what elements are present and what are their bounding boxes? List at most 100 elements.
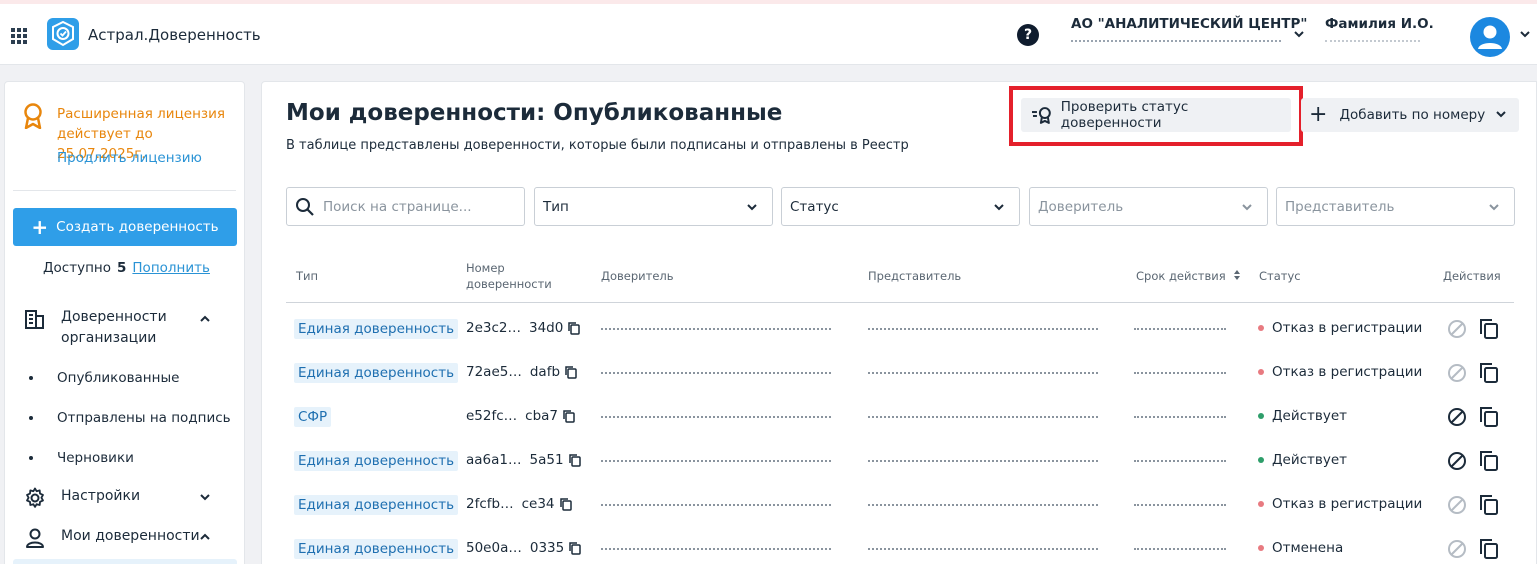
add-by-number-button[interactable]: + Добавить по номеру	[1301, 98, 1519, 132]
copy-icon[interactable]	[568, 453, 582, 467]
copy-icon[interactable]	[1479, 318, 1499, 340]
poa-type-badge: Единая доверенность	[294, 495, 459, 515]
chevron-down-icon	[1489, 204, 1499, 211]
table-row[interactable]: Единая доверенность 50e0a… 0335 Отменена	[286, 526, 1514, 564]
principal-redacted	[601, 416, 831, 419]
poa-type-badge: Единая доверенность	[294, 363, 459, 383]
status-badge: Отказ в регистрации	[1258, 320, 1422, 336]
table-row[interactable]: Единая доверенность 2e3c2… 34d0 Отказ в рег…	[286, 306, 1514, 350]
create-poa-button[interactable]: + Создать доверенность	[13, 208, 237, 246]
plus-icon: +	[1309, 102, 1328, 127]
validity-redacted	[1134, 504, 1226, 507]
copy-icon[interactable]	[562, 409, 576, 423]
table-row[interactable]: Единая доверенность aa6a1… 5a51 Действует	[286, 438, 1514, 482]
poa-type-badge: Единая доверенность	[294, 319, 459, 339]
check-status-button[interactable]: Проверить статус доверенности	[1021, 98, 1291, 132]
chevron-down-icon[interactable]	[1519, 30, 1531, 38]
type-filter-select[interactable]: Тип	[534, 187, 773, 226]
column-header-principal: Доверитель	[601, 269, 674, 283]
sidebar-item-drafts[interactable]: Черновики	[29, 450, 134, 466]
sidebar-item-my-poa[interactable]: Мои доверенности	[23, 526, 229, 550]
column-header-validity[interactable]: Срок действия	[1136, 268, 1241, 284]
chevron-down-icon	[200, 494, 210, 501]
validity-redacted	[1134, 416, 1226, 419]
copy-icon[interactable]	[1479, 406, 1499, 428]
status-badge: Отказ в регистрации	[1258, 496, 1422, 512]
representative-redacted	[868, 328, 1098, 331]
sidebar-item-sent-for-signing[interactable]: Отправлены на подпись	[29, 410, 231, 426]
sidebar-item-org-poa[interactable]: Доверенности организации	[23, 307, 229, 349]
status-dot	[1258, 325, 1264, 331]
poa-type-badge: СФР	[294, 407, 332, 427]
search-input[interactable]: Поиск на странице...	[286, 187, 525, 226]
table-row[interactable]: Единая доверенность 2fcfb… ce34 Отказ в рег…	[286, 482, 1514, 526]
chevron-down-icon	[994, 204, 1004, 211]
table-row[interactable]: СФР e52fc… cba7 Действует	[286, 394, 1514, 438]
copy-icon[interactable]	[1479, 362, 1499, 384]
cancel-icon[interactable]	[1447, 407, 1467, 427]
principal-redacted	[601, 372, 831, 375]
poa-number: 2e3c2… 34d0	[466, 320, 581, 336]
copy-icon[interactable]	[568, 541, 582, 555]
cancel-icon[interactable]	[1447, 451, 1467, 471]
award-icon	[24, 103, 42, 129]
column-header-number: Номер доверенности	[466, 261, 552, 291]
person-icon	[26, 528, 44, 548]
representative-filter-select[interactable]: Представитель	[1276, 187, 1515, 226]
status-dot	[1258, 457, 1264, 463]
brand-name[interactable]: Астрал.Доверенность	[88, 26, 261, 44]
representative-redacted	[868, 372, 1098, 375]
renew-license-link[interactable]: Продлить лицензию	[57, 150, 202, 166]
cancel-icon[interactable]	[1447, 495, 1467, 515]
principal-filter-select[interactable]: Доверитель	[1029, 187, 1268, 226]
help-icon[interactable]: ?	[1017, 24, 1039, 46]
search-icon	[296, 197, 314, 216]
copy-icon[interactable]	[559, 497, 573, 511]
column-header-type: Тип	[296, 269, 319, 283]
principal-redacted	[601, 548, 831, 551]
copy-icon[interactable]	[1479, 538, 1499, 560]
status-dot	[1258, 545, 1264, 551]
cancel-icon[interactable]	[1447, 363, 1467, 383]
apps-grid-icon[interactable]	[11, 28, 27, 44]
poa-number: 2fcfb… ce34	[466, 496, 573, 512]
chevron-down-icon[interactable]	[1293, 30, 1305, 38]
sort-icon	[1234, 270, 1241, 280]
plus-icon: +	[31, 215, 49, 239]
cancel-icon[interactable]	[1447, 539, 1467, 559]
chevron-up-icon	[200, 315, 210, 322]
sidebar-item-settings[interactable]: Настройки	[23, 486, 229, 510]
poa-number: e52fc… cba7	[466, 408, 576, 424]
avatar-icon[interactable]	[1470, 17, 1510, 57]
copy-icon[interactable]	[1479, 494, 1499, 516]
page-subtitle: В таблице представлены доверенности, кот…	[286, 138, 909, 153]
poa-type-badge: Единая доверенность	[294, 539, 459, 559]
app-header: Астрал.Доверенность ? АО "АНАЛИТИЧЕСКИЙ …	[0, 4, 1537, 65]
chevron-down-icon	[1242, 204, 1252, 211]
poa-number: 50e0a… 0335	[466, 540, 582, 556]
copy-icon[interactable]	[564, 365, 578, 379]
sidebar: Расширенная лицензия действует до 25.07.…	[4, 81, 245, 564]
page-title: Мои доверенности: Опубликованные	[286, 100, 783, 126]
validity-redacted	[1134, 460, 1226, 463]
column-header-status: Статус	[1259, 269, 1301, 283]
organization-name[interactable]: АО "АНАЛИТИЧЕСКИЙ ЦЕНТР"	[1071, 16, 1307, 32]
representative-redacted	[868, 504, 1098, 507]
cancel-icon[interactable]	[1447, 319, 1467, 339]
organization-details-redacted	[1071, 37, 1281, 43]
status-dot	[1258, 501, 1264, 507]
available-count: Доступно 5 Пополнить	[43, 260, 210, 276]
poa-number: 72ae5… dafb	[466, 364, 578, 380]
table-row[interactable]: Единая доверенность 72ae5… dafb Отказ в рег…	[286, 350, 1514, 394]
divider	[13, 190, 236, 191]
user-name[interactable]: Фамилия И.О.	[1325, 16, 1434, 32]
copy-icon[interactable]	[1479, 450, 1499, 472]
status-filter-select[interactable]: Статус	[781, 187, 1020, 226]
logo-icon	[47, 18, 79, 50]
copy-icon[interactable]	[567, 321, 581, 335]
sidebar-item-published[interactable]: Опубликованные	[29, 370, 179, 386]
replenish-link[interactable]: Пополнить	[132, 260, 210, 276]
gear-icon	[26, 487, 44, 508]
status-badge: Отказ в регистрации	[1258, 364, 1422, 380]
status-dot	[1258, 413, 1264, 419]
